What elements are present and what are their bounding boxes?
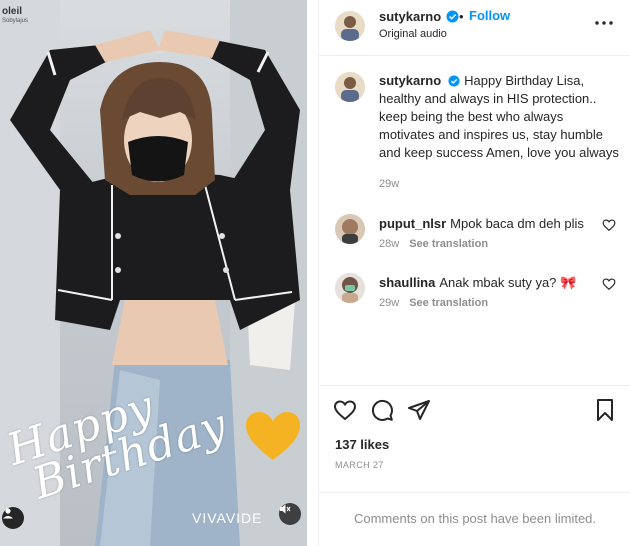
heart-outline-icon[interactable] — [602, 277, 616, 291]
post-side-panel: sutykarno • Follow Original audio sutyka… — [318, 0, 630, 546]
avatar-image — [335, 214, 365, 244]
comment-avatar[interactable] — [335, 273, 365, 303]
comment-text-line: shaullina Anak mbak suty ya? 🎀 — [379, 275, 576, 291]
see-translation-link[interactable]: See translation — [409, 297, 488, 309]
media-brand-subtext: Sobylajus — [2, 18, 29, 24]
see-translation-link[interactable]: See translation — [409, 238, 488, 250]
comment-text: Anak mbak suty ya? 🎀 — [439, 275, 577, 290]
comment-username[interactable]: puput_nlsr — [379, 216, 446, 231]
avatar-image — [335, 72, 365, 102]
comment-text: Mpok baca dm deh plis — [450, 216, 584, 231]
user-icon — [3, 508, 13, 519]
comment-meta: 29w See translation — [379, 297, 488, 309]
likes-count[interactable]: 137 likes — [335, 437, 389, 452]
caption-body: sutykarno Happy Birthday Lisa, healthy an… — [379, 72, 619, 162]
caption-username[interactable]: sutykarno — [379, 73, 441, 88]
post-actions: 137 likes MARCH 27 — [319, 385, 630, 485]
tagged-users-button[interactable] — [2, 507, 24, 529]
follow-button[interactable]: Follow — [469, 8, 510, 23]
watermark-text: VIVAVIDE — [192, 510, 263, 526]
comment-avatar[interactable] — [335, 214, 365, 244]
verified-badge-icon — [446, 10, 459, 23]
avatar-image — [335, 11, 365, 41]
comment-timestamp[interactable]: 29w — [379, 297, 399, 309]
yellow-heart-icon — [246, 412, 300, 460]
more-options-button[interactable] — [593, 12, 615, 34]
caption-avatar[interactable] — [335, 72, 365, 102]
like-heart-icon[interactable] — [333, 398, 357, 422]
comments-limited-text: Comments on this post have been limited. — [353, 511, 597, 526]
comment-text-line: puput_nlsr Mpok baca dm deh plis — [379, 216, 584, 231]
save-bookmark-icon[interactable] — [593, 398, 617, 422]
comment-item: shaullina Anak mbak suty ya? 🎀 29w See tra… — [319, 273, 630, 323]
original-audio-link[interactable]: Original audio — [379, 28, 447, 40]
post-header: sutykarno • Follow Original audio — [319, 0, 630, 56]
comment-username[interactable]: shaullina — [379, 275, 435, 290]
heart-outline-icon[interactable] — [602, 218, 616, 232]
comments-limited-notice: Comments on this post have been limited. — [319, 492, 630, 546]
comment-bubble-icon[interactable] — [370, 398, 394, 422]
header-username[interactable]: sutykarno — [379, 9, 441, 24]
speaker-muted-icon — [280, 504, 291, 514]
more-horizontal-icon — [595, 21, 613, 25]
avatar[interactable] — [335, 11, 365, 41]
avatar-image — [335, 273, 365, 303]
post-date[interactable]: MARCH 27 — [335, 460, 384, 470]
verified-badge-icon — [448, 75, 460, 87]
share-paper-plane-icon[interactable] — [407, 398, 431, 422]
header-separator: • — [459, 9, 464, 24]
post-media[interactable]: oleil Sobylajus Happy Birthday VIVAVIDE — [0, 0, 307, 546]
media-brand-text: oleil — [2, 6, 23, 17]
mute-button[interactable] — [279, 503, 301, 525]
comment-item: puput_nlsr Mpok baca dm deh plis 28w See t… — [319, 214, 630, 264]
comment-timestamp[interactable]: 28w — [379, 238, 399, 250]
comment-meta: 28w See translation — [379, 238, 488, 250]
caption-timestamp[interactable]: 29w — [379, 178, 399, 190]
